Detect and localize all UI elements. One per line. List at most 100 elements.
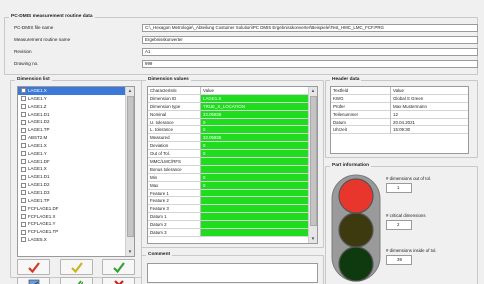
scroll-thumb[interactable] xyxy=(127,96,134,237)
accept-red-button[interactable] xyxy=(17,259,50,275)
value-cell[interactable] xyxy=(201,197,310,206)
dimension-list-scrollbar[interactable]: ▲ ▼ xyxy=(125,87,134,256)
header-value-cell[interactable]: 20.04.2021 xyxy=(391,119,468,127)
value-cell[interactable] xyxy=(201,213,310,222)
item-checkbox[interactable] xyxy=(21,206,26,212)
values-row[interactable]: Dimension type TRUE_X_LOCATION xyxy=(148,102,317,111)
values-row[interactable]: Out of Tol. 0 xyxy=(148,150,317,159)
dimension-list-item[interactable]: LAGE1.D1 xyxy=(18,173,134,181)
value-cell[interactable]: 32.05838 xyxy=(201,110,310,119)
item-checkbox[interactable] xyxy=(21,159,26,165)
comment-textarea[interactable] xyxy=(147,263,318,283)
dimension-list-item[interactable]: LAGE1.Y xyxy=(18,150,134,158)
dimension-values-table[interactable]: Characteristic Value Dimension ID LAGE1.X… xyxy=(147,86,318,244)
values-scroll-down-icon[interactable]: ▼ xyxy=(309,235,317,243)
values-row[interactable]: MMC/LMC/RFS xyxy=(148,158,317,166)
value-cell[interactable] xyxy=(201,189,310,198)
header-value-cell[interactable]: Global S Green xyxy=(391,95,468,103)
delete-button[interactable] xyxy=(102,277,135,284)
revision-field[interactable]: A1 xyxy=(142,48,478,56)
values-row[interactable]: Datum 3 xyxy=(148,229,317,237)
dimension-list-item[interactable]: LAGE1.Y xyxy=(18,95,134,103)
item-checkbox[interactable] xyxy=(21,104,26,110)
item-checkbox[interactable] xyxy=(21,221,26,227)
dimension-list-item[interactable]: LAGE1.D2 xyxy=(18,118,134,126)
dimension-list-item[interactable]: LAGE1.X xyxy=(18,87,134,95)
values-row[interactable]: Bonus tolerance xyxy=(148,165,317,174)
values-row[interactable]: L. tolerance 0 xyxy=(148,126,317,135)
value-cell[interactable]: 0 xyxy=(201,142,310,151)
values-row[interactable]: Feature 2 xyxy=(148,197,317,206)
values-row[interactable]: Feature 1 xyxy=(148,189,317,198)
value-cell[interactable]: 0 xyxy=(201,126,310,135)
values-row[interactable]: Feature 3 xyxy=(148,205,317,214)
value-cell[interactable] xyxy=(201,165,310,174)
dimension-list-item[interactable]: LAGE1.X xyxy=(18,142,134,150)
value-cell[interactable]: TRUE_X_LOCATION xyxy=(201,102,310,111)
values-row[interactable]: Deviation 0 xyxy=(148,142,317,151)
values-row[interactable]: Max 0 xyxy=(148,181,317,190)
header-data-row[interactable]: Uhrzeit 15:09:30 xyxy=(331,126,468,135)
values-row[interactable]: U. tolerance 0 xyxy=(148,118,317,127)
dimension-list-item[interactable]: ABST2.M xyxy=(18,134,134,142)
dimension-list-item[interactable]: LAGE1.D1 xyxy=(18,111,134,119)
values-row[interactable]: Dimension ID LAGE1.X xyxy=(148,94,317,103)
header-data-row[interactable]: KWG Global S Green xyxy=(331,94,468,103)
accept-all-button[interactable] xyxy=(60,277,93,284)
value-cell[interactable] xyxy=(201,221,310,230)
header-value-cell[interactable]: Max Mustermann xyxy=(391,103,468,111)
values-row[interactable]: Datum 1 xyxy=(148,213,317,222)
item-checkbox[interactable] xyxy=(21,198,26,204)
value-cell[interactable] xyxy=(201,158,310,166)
item-checkbox[interactable] xyxy=(21,182,26,188)
dimension-list-item[interactable]: FCFLAGE1.TP xyxy=(18,228,134,236)
value-cell[interactable]: LAGE1.X xyxy=(201,94,310,103)
header-value-cell[interactable]: 12 xyxy=(391,111,468,119)
dimension-list-item[interactable]: LAGE1.TP xyxy=(18,197,134,205)
drawing-no-field[interactable]: 999 xyxy=(142,60,478,68)
value-cell[interactable]: 0 xyxy=(201,173,310,182)
dimension-list-item[interactable]: FCFLAGE1.Y xyxy=(18,220,134,228)
dimension-list-item[interactable]: LAGE1.Z xyxy=(18,103,134,111)
scroll-up-icon[interactable]: ▲ xyxy=(126,87,134,95)
value-cell[interactable] xyxy=(201,229,310,237)
header-data-row[interactable]: Datum 20.04.2021 xyxy=(331,118,468,127)
item-checkbox[interactable] xyxy=(21,111,26,117)
value-cell[interactable] xyxy=(201,205,310,214)
routine-name-field[interactable]: Ergebnisskonverter xyxy=(142,36,478,44)
values-scroll-up-icon[interactable]: ▲ xyxy=(309,87,317,95)
dimension-list[interactable]: LAGE1.X LAGE1.Y LAGE1.Z LAGE1.D1 LAGE1.D2 LAG… xyxy=(17,86,135,257)
header-data-row[interactable]: Teilenummer 12 xyxy=(331,110,468,119)
values-row[interactable]: Measured 32.05838 xyxy=(148,134,317,143)
item-checkbox[interactable] xyxy=(21,174,26,180)
header-data-table[interactable]: Textfeld Value KWG Global S Green Prüfer Ma… xyxy=(330,86,469,154)
item-checkbox[interactable] xyxy=(21,88,26,94)
item-checkbox[interactable] xyxy=(21,190,26,196)
item-checkbox[interactable] xyxy=(21,151,26,157)
item-checkbox[interactable] xyxy=(21,213,26,219)
pcdmis-file-field[interactable]: C:\_Hexagon Metrologie\_Abteilung Costum… xyxy=(142,24,478,32)
header-value-cell[interactable]: 15:09:30 xyxy=(391,126,468,135)
dimension-list-item[interactable]: FCFLAGE1.DF xyxy=(18,205,134,213)
item-checkbox[interactable] xyxy=(21,229,26,235)
values-row[interactable]: Nominal 32.05838 xyxy=(148,110,317,119)
export-button[interactable] xyxy=(17,277,50,284)
dimension-list-item[interactable]: LAGE5.X xyxy=(18,236,134,244)
scroll-down-icon[interactable]: ▼ xyxy=(126,248,134,256)
dimension-list-item[interactable]: LAGE1.X xyxy=(18,165,134,173)
dimension-list-item[interactable]: LAGE1.D2 xyxy=(18,181,134,189)
item-checkbox[interactable] xyxy=(21,96,26,102)
dimension-list-item[interactable]: FCFLAGE1.X xyxy=(18,213,134,221)
values-scrollbar[interactable]: ▲ ▼ xyxy=(308,87,317,243)
item-checkbox[interactable] xyxy=(21,127,26,133)
item-checkbox[interactable] xyxy=(21,119,26,125)
value-cell[interactable]: 0 xyxy=(201,150,310,159)
dimension-list-item[interactable]: LAGE1.D3 xyxy=(18,189,134,197)
values-row[interactable]: Min 0 xyxy=(148,173,317,182)
value-cell[interactable]: 32.05838 xyxy=(201,134,310,143)
values-scroll-thumb[interactable] xyxy=(310,96,317,226)
dimension-list-item[interactable]: LAGE1.TP xyxy=(18,126,134,134)
item-checkbox[interactable] xyxy=(21,143,26,149)
item-checkbox[interactable] xyxy=(21,166,26,172)
values-row[interactable]: Datum 2 xyxy=(148,221,317,230)
